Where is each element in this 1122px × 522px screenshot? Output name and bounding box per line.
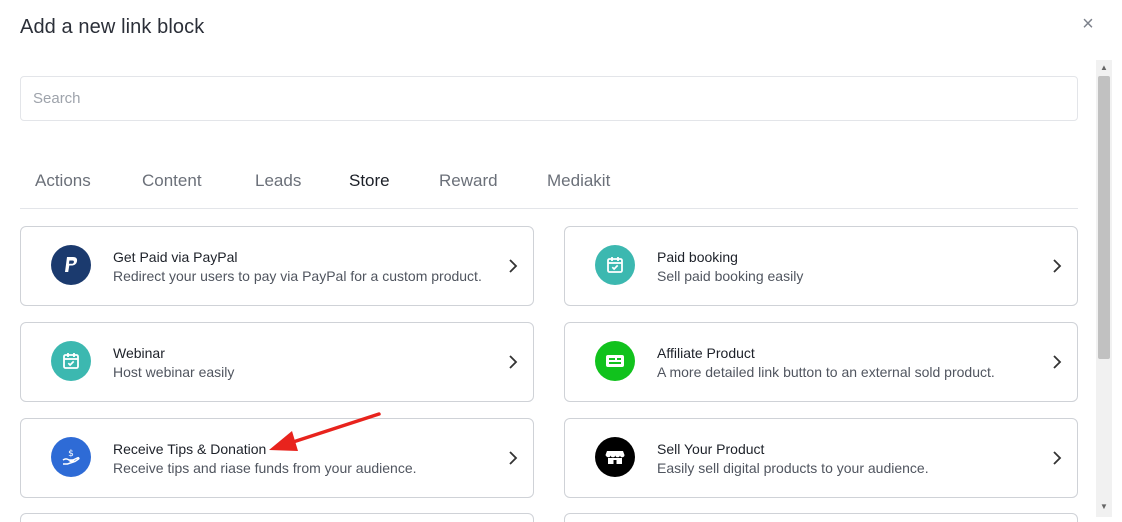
link-block-webinar[interactable]: Webinar Host webinar easily: [20, 322, 534, 402]
link-block-sell-product[interactable]: Sell Your Product Easily sell digital pr…: [564, 418, 1078, 498]
card-title: Sell Your Product: [657, 441, 765, 457]
paypal-icon: [51, 245, 91, 285]
tab-store[interactable]: Store: [349, 171, 390, 191]
link-block-tips-donation[interactable]: $ Receive Tips & Donation Receive tips a…: [20, 418, 534, 498]
scroll-thumb[interactable]: [1098, 76, 1110, 359]
card-description: Easily sell digital products to your aud…: [657, 460, 929, 476]
hand-dollar-icon: $: [51, 437, 91, 477]
card-description: A more detailed link button to an extern…: [657, 364, 995, 380]
card-title: Paid booking: [657, 249, 738, 265]
chevron-right-icon: [509, 259, 518, 273]
storefront-icon: [595, 437, 635, 477]
chevron-right-icon: [1053, 451, 1062, 465]
link-block-affiliate-product[interactable]: Affiliate Product A more detailed link b…: [564, 322, 1078, 402]
scroll-down-icon[interactable]: ▼: [1096, 500, 1112, 514]
chevron-right-icon: [509, 451, 518, 465]
card-description: Redirect your users to pay via PayPal fo…: [113, 268, 482, 284]
chevron-right-icon: [1053, 355, 1062, 369]
card-title: Get Paid via PayPal: [113, 249, 238, 265]
tab-mediakit[interactable]: Mediakit: [547, 171, 610, 191]
link-block-paypal[interactable]: Get Paid via PayPal Redirect your users …: [20, 226, 534, 306]
tab-reward[interactable]: Reward: [439, 171, 498, 191]
link-block-partial[interactable]: [564, 513, 1078, 522]
link-block-paid-booking[interactable]: Paid booking Sell paid booking easily: [564, 226, 1078, 306]
card-title: Receive Tips & Donation: [113, 441, 267, 457]
svg-text:$: $: [68, 449, 74, 459]
category-tabs: Actions Content Leads Store Reward Media…: [20, 160, 1078, 209]
id-card-icon: [595, 341, 635, 381]
close-icon[interactable]: ×: [1078, 14, 1098, 34]
calendar-check-icon: [595, 245, 635, 285]
card-description: Sell paid booking easily: [657, 268, 804, 284]
tab-leads[interactable]: Leads: [255, 171, 301, 191]
calendar-check-icon: [51, 341, 91, 381]
vertical-scrollbar[interactable]: ▲ ▼: [1096, 60, 1112, 517]
tab-content[interactable]: Content: [142, 171, 202, 191]
scroll-up-icon[interactable]: ▲: [1096, 61, 1112, 75]
search-input[interactable]: [20, 76, 1078, 121]
tab-actions[interactable]: Actions: [35, 171, 91, 191]
link-block-partial[interactable]: [20, 513, 534, 522]
chevron-right-icon: [1053, 259, 1062, 273]
card-title: Webinar: [113, 345, 165, 361]
chevron-right-icon: [509, 355, 518, 369]
card-description: Host webinar easily: [113, 364, 235, 380]
card-description: Receive tips and riase funds from your a…: [113, 460, 417, 476]
card-title: Affiliate Product: [657, 345, 755, 361]
modal-title: Add a new link block: [20, 16, 205, 38]
